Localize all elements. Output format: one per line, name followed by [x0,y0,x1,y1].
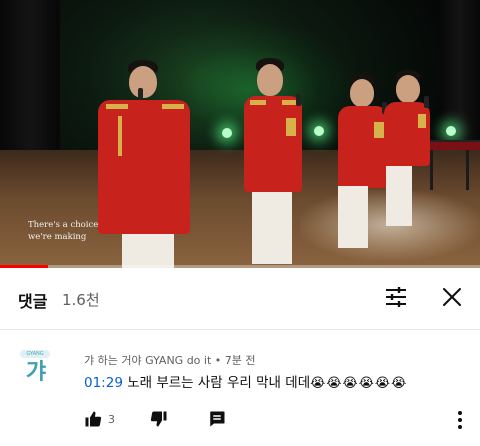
stage-lamp [314,126,324,136]
avatar-glyph: 갸 [25,360,47,385]
video-subtitle-line: There's a choice [28,220,99,230]
comment-author-meta[interactable]: 갸 하는 거야 GYANG do it • 7분 전 [84,352,256,368]
comments-count: 1.6천 [62,291,100,309]
video-player[interactable]: There's a choice we're making [0,0,480,268]
close-icon[interactable] [441,286,463,308]
sort-filter-icon[interactable] [384,285,408,309]
video-subtitle: There's a choice we're making [28,219,98,243]
avatar-badge: GYANG [20,350,50,358]
stage-lamp [446,126,456,136]
keyboard-stand [430,150,433,190]
comment-text: 01:29 노래 부르는 사람 우리 막내 데데😭😭😭😭😭😭 [84,371,407,391]
thumbs-down-icon[interactable] [150,410,168,428]
comment-emojis: 😭😭😭😭😭😭 [310,376,408,391]
like-count: 3 [108,413,115,426]
more-vertical-icon[interactable] [452,410,468,430]
comment-text-body: 노래 부르는 사람 우리 막내 데데 [122,375,311,391]
avatar[interactable]: GYANG 갸 [18,350,52,388]
keyboard-stand [466,150,469,190]
comments-header: 댓글 1.6천 [0,268,480,330]
comments-title: 댓글 [18,292,48,311]
thumbs-up-icon[interactable] [84,410,102,428]
stage-curtain-left [0,0,60,170]
reply-icon[interactable] [208,410,226,428]
video-subtitle-line: we're making [28,232,87,242]
stage-lamp [222,128,232,138]
comment-timestamp-link[interactable]: 01:29 [84,375,123,391]
